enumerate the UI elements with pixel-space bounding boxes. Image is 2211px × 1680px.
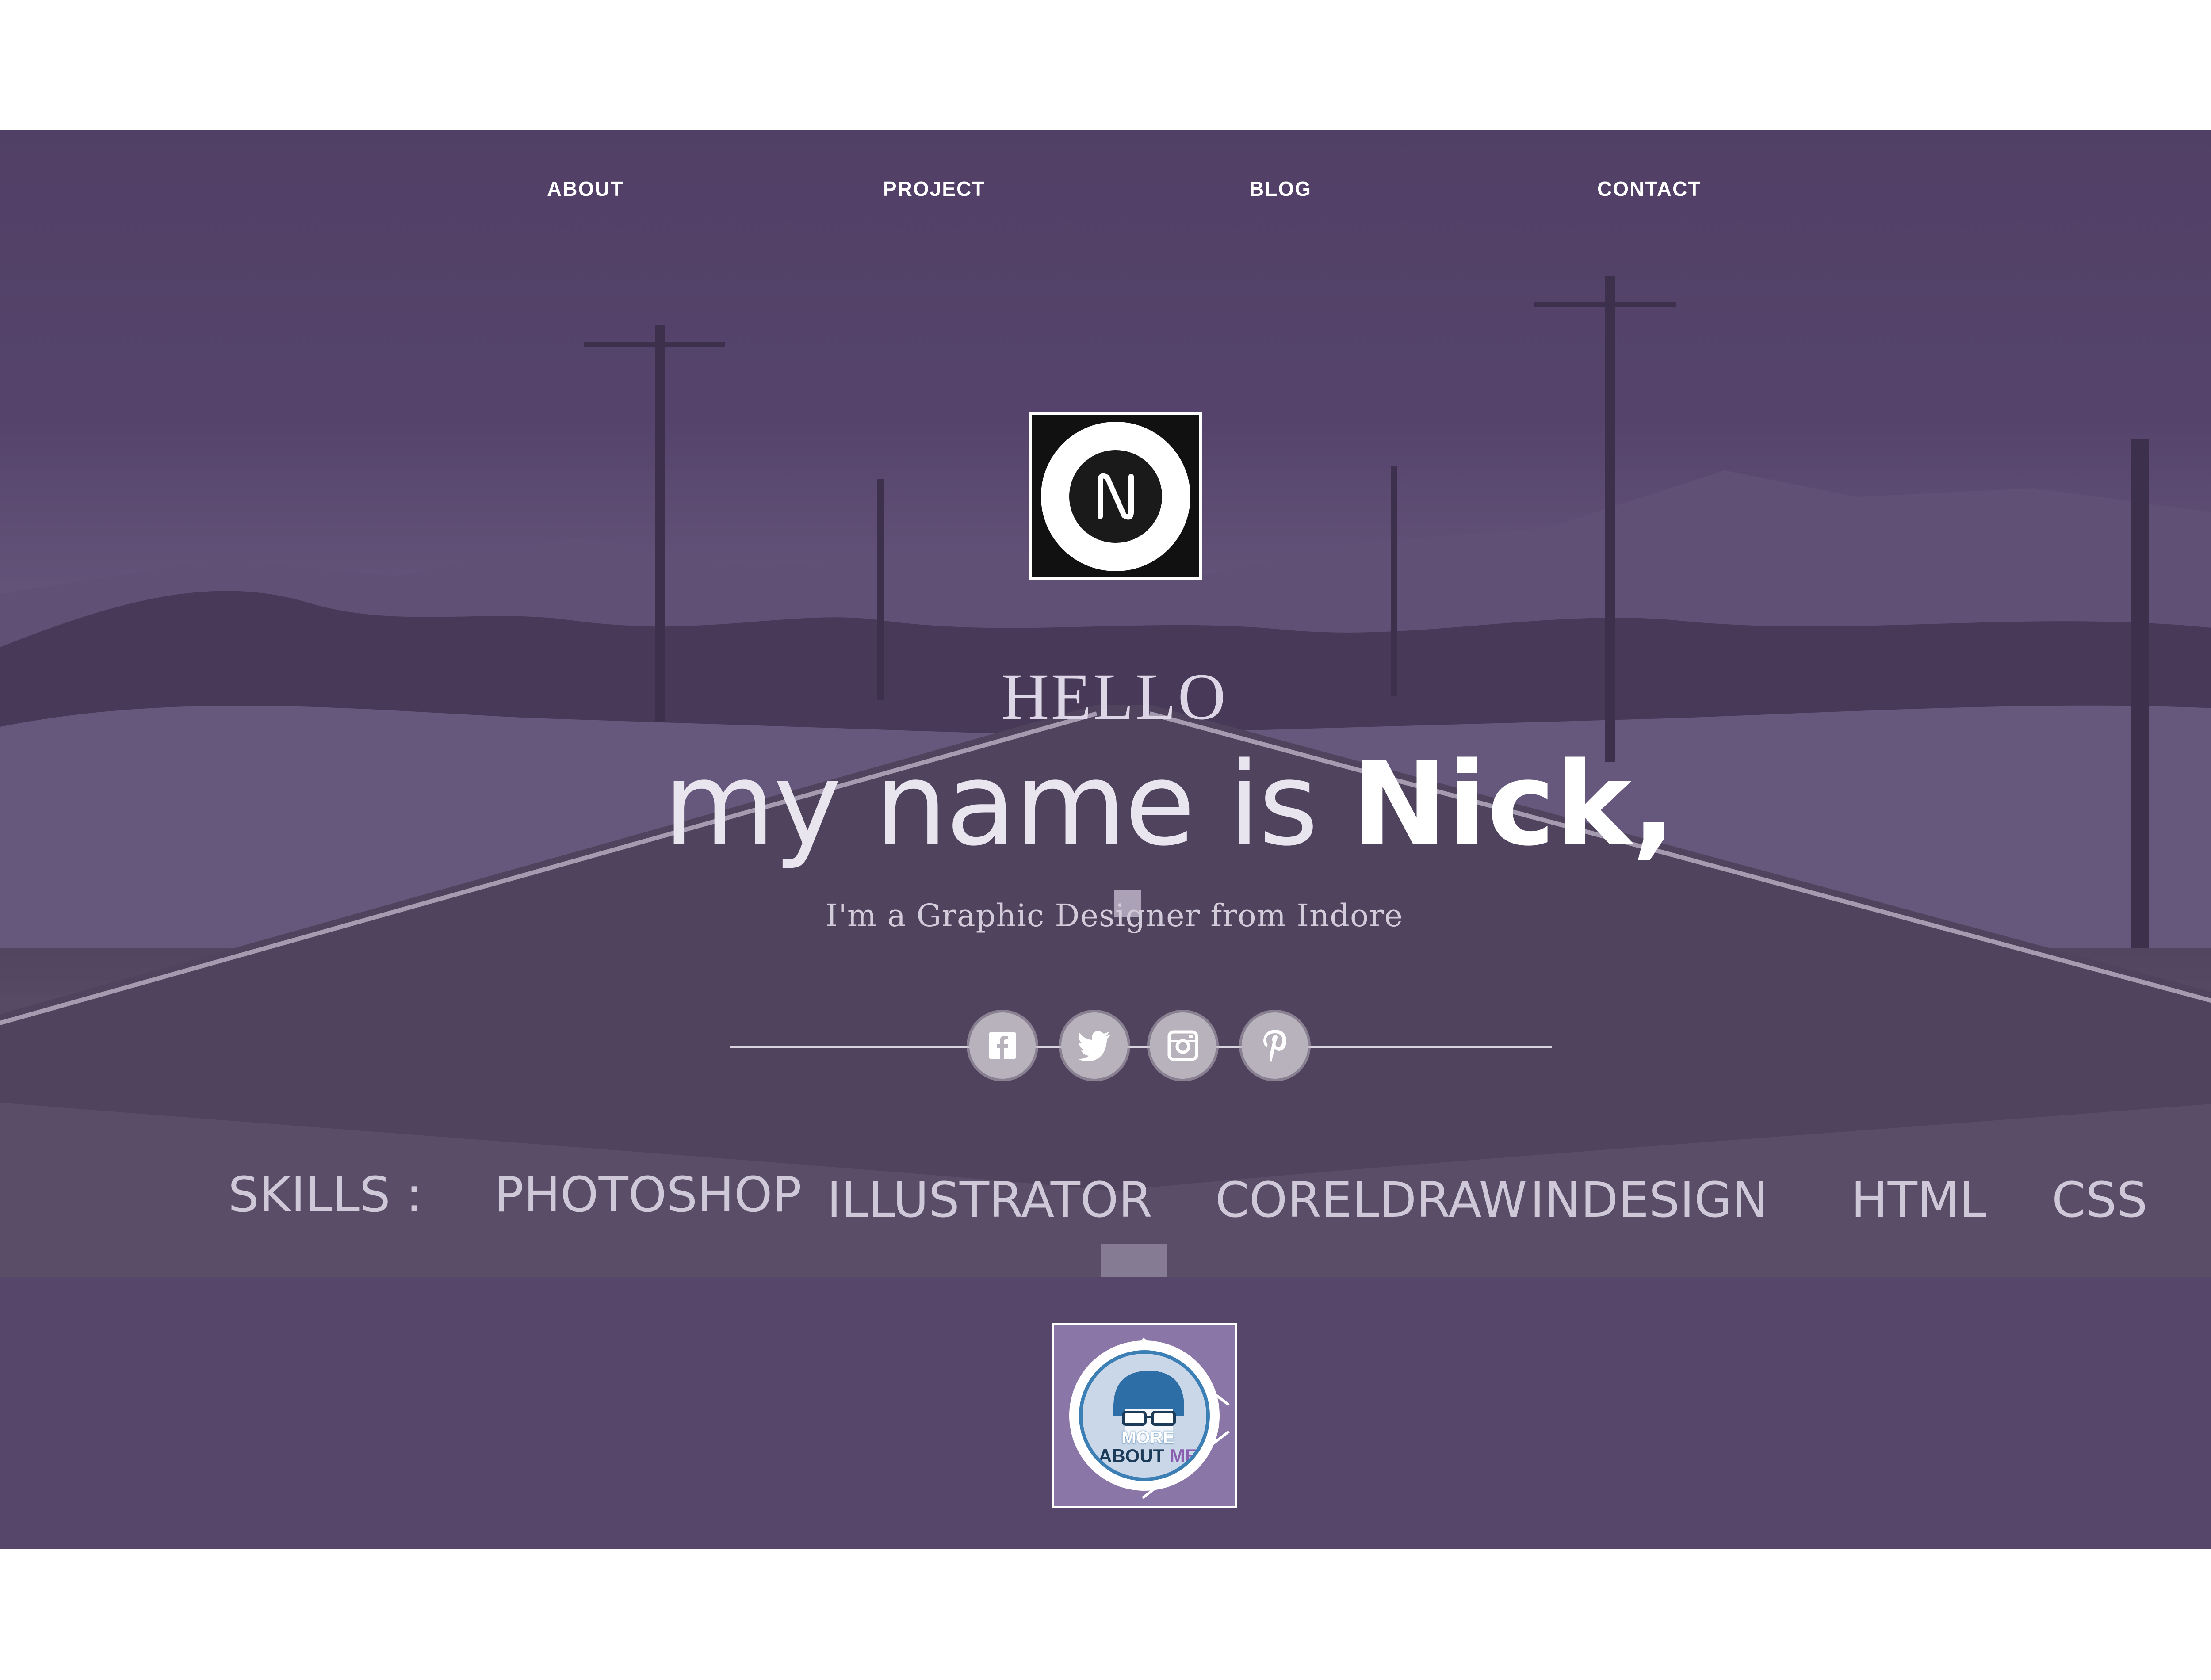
nav-contact[interactable]: CONTACT [1597, 177, 1701, 201]
more-label-me: ME [1170, 1445, 1197, 1466]
logo-inner-circle [1069, 450, 1162, 543]
nav-about[interactable]: ABOUT [547, 177, 624, 201]
more-label-line1: MORE [1121, 1428, 1174, 1447]
more-about-circle: MORE ABOUT ME [1073, 1344, 1216, 1487]
more-label-line2: ABOUT ME [1083, 1445, 1206, 1466]
hero-headline: my name is Nick, [663, 747, 1675, 862]
skill-html: HTML [1851, 1172, 1987, 1228]
instagram-icon[interactable] [1150, 1012, 1216, 1079]
logo-ring [1041, 422, 1190, 571]
facebook-icon [989, 1032, 1016, 1059]
skill-css: CSS [2052, 1172, 2148, 1228]
hero-tagline: I'm a Graphic Designer from Indore [826, 897, 1403, 934]
more-about-me-button[interactable]: MORE ABOUT ME [1052, 1323, 1237, 1508]
avatar: MORE ABOUT ME [1079, 1350, 1210, 1481]
skills-label: SKILLS : [228, 1166, 422, 1223]
facebook-icon[interactable] [969, 1012, 1036, 1079]
headline-name: Nick, [1351, 738, 1675, 871]
logo-n-icon [1098, 473, 1134, 520]
page-top-margin [0, 0, 2211, 130]
nav-project[interactable]: PROJECT [883, 177, 985, 201]
skill-coreldraw: CORELDRAW [1215, 1172, 1527, 1228]
site-logo[interactable] [1029, 412, 1202, 580]
hello-heading: HELLO [1001, 660, 1228, 733]
headline-intro: my name is [663, 738, 1352, 871]
skill-photoshop: PHOTOSHOP [494, 1166, 802, 1223]
social-divider-line [730, 1046, 1552, 1048]
twitter-icon [1078, 1031, 1110, 1061]
nav-blog[interactable]: BLOG [1249, 177, 1312, 201]
skill-indesign: INDESIGN [1530, 1172, 1768, 1228]
instagram-icon [1167, 1030, 1198, 1061]
pinterest-icon [1263, 1030, 1286, 1062]
pinterest-icon[interactable] [1242, 1012, 1308, 1079]
more-label-about: ABOUT [1098, 1445, 1165, 1466]
page-bottom-margin [0, 1549, 2211, 1680]
more-about-label: MORE ABOUT ME [1083, 1428, 1206, 1466]
twitter-icon[interactable] [1061, 1012, 1128, 1079]
skill-illustrator: ILLUSTRATOR [827, 1172, 1152, 1228]
